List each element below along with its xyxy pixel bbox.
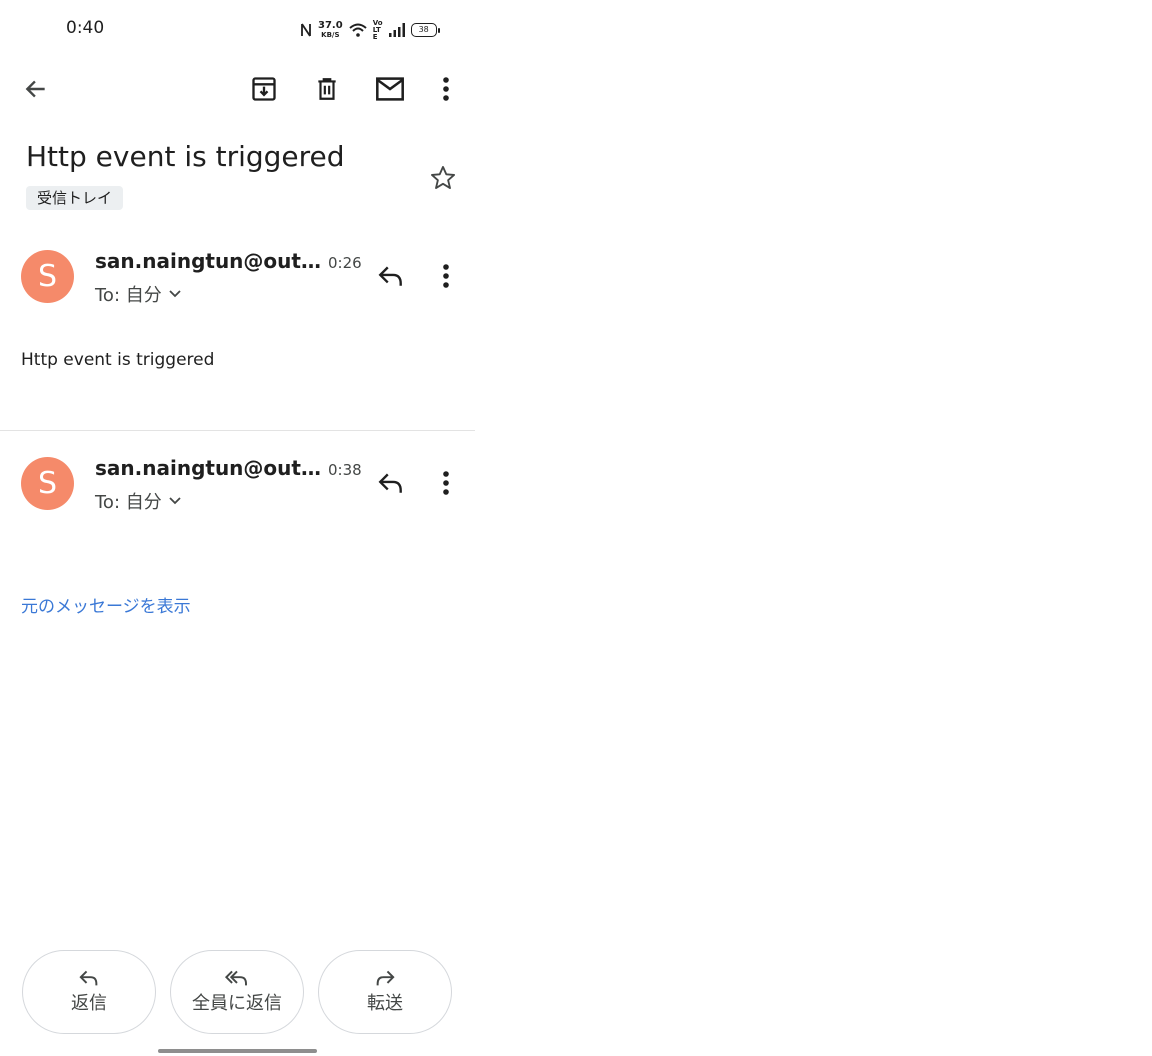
net-speed: 37.0 KB/S [318, 20, 343, 40]
recipient-text: To: 自分 [95, 492, 162, 513]
chevron-down-icon [169, 497, 181, 505]
message-time: 0:38 [328, 461, 362, 479]
email-thread-screen: 0:40 37.0 KB/S Vo LTE 38 Http event is t… [0, 0, 475, 1056]
forward-icon [376, 970, 395, 986]
arrow-left-icon [25, 80, 45, 98]
recipient-line[interactable]: To: 自分 [95, 281, 182, 307]
home-indicator[interactable] [158, 1049, 317, 1053]
more-vert-icon [443, 77, 449, 101]
recipient-line[interactable]: To: 自分 [95, 488, 182, 514]
chevron-down-icon [169, 290, 181, 298]
volte-indicator: Vo LTE [372, 18, 383, 41]
archive-icon [252, 77, 276, 101]
forward-action-button[interactable]: 転送 [318, 950, 452, 1034]
avatar[interactable]: S [21, 250, 74, 303]
show-original-link[interactable]: 元のメッセージを表示 [21, 592, 191, 617]
mail-icon [376, 77, 404, 101]
divider [0, 430, 475, 431]
more-vert-icon [443, 264, 449, 288]
avatar[interactable]: S [21, 457, 74, 510]
wifi-icon [349, 23, 367, 37]
reply-button[interactable] [369, 254, 413, 298]
battery-indicator: 38 [410, 23, 440, 37]
reply-icon [378, 473, 402, 493]
nfc-icon [301, 23, 311, 37]
reply-button[interactable] [369, 461, 413, 505]
star-button[interactable] [421, 156, 465, 200]
status-time: 0:40 [66, 18, 105, 38]
forward-action-label: 転送 [367, 993, 403, 1014]
reply-icon [378, 266, 402, 286]
reply-all-action-label: 全員に返信 [192, 993, 282, 1014]
net-speed-unit: KB/S [321, 31, 340, 39]
reply-all-icon [224, 970, 247, 986]
message-item[interactable]: S san.naingtun@outlook.com 0:26 To: 自分 [0, 240, 475, 350]
back-button[interactable] [14, 67, 58, 111]
delete-button[interactable] [305, 67, 349, 111]
more-options-button[interactable] [424, 67, 468, 111]
net-speed-value: 37.0 [318, 20, 343, 31]
email-subject: Http event is triggered [26, 140, 345, 173]
trash-icon [318, 78, 336, 100]
reply-action-label: 返信 [71, 993, 107, 1014]
star-outline-icon [430, 165, 456, 189]
reply-action-button[interactable]: 返信 [22, 950, 156, 1034]
inbox-label-chip[interactable]: 受信トレイ [26, 186, 124, 210]
more-vert-icon [443, 471, 449, 495]
mark-unread-button[interactable] [368, 67, 412, 111]
message-item[interactable]: S san.naingtun@outlook.com 0:38 To: 自分 [0, 447, 475, 557]
message-more-button[interactable] [424, 461, 468, 505]
recipient-text: To: 自分 [95, 285, 162, 306]
archive-button[interactable] [242, 67, 286, 111]
signal-icon [388, 23, 405, 37]
status-icons: 37.0 KB/S Vo LTE 38 [300, 18, 440, 42]
sender-name: san.naingtun@outlook.com [95, 249, 321, 273]
message-more-button[interactable] [424, 254, 468, 298]
reply-icon [79, 970, 98, 986]
message-time: 0:26 [328, 254, 362, 272]
message-body: Http event is triggered [21, 350, 215, 370]
sender-name: san.naingtun@outlook.com [95, 456, 321, 480]
reply-all-action-button[interactable]: 全員に返信 [170, 950, 304, 1034]
